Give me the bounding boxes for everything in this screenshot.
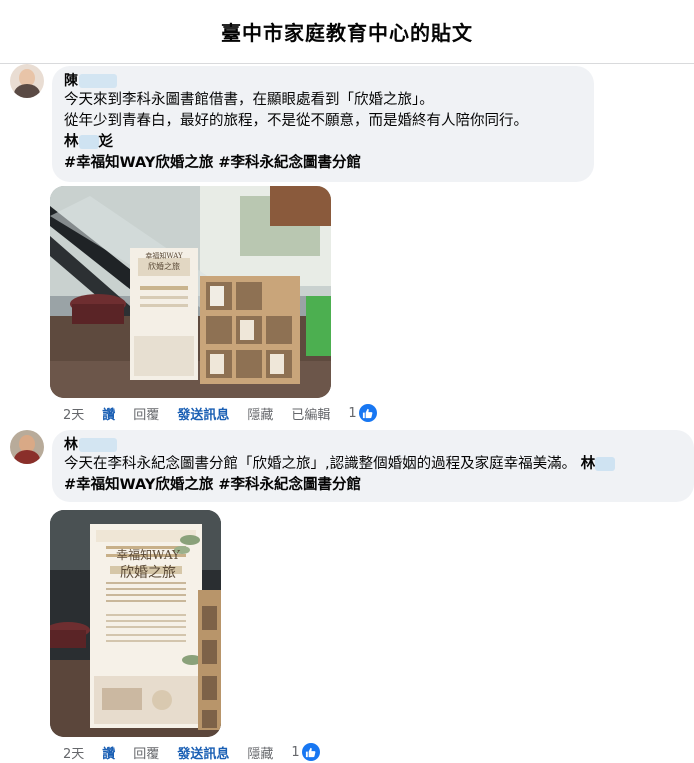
comment-text: 今天在李科永紀念圖書分館「欣婚之旅」,認識整個婚姻的過程及家庭幸福美滿。 林	[64, 454, 682, 475]
comment-actions: 2天 讚 回覆 發送訊息 隱藏 已編輯 1	[63, 402, 413, 424]
comment-text: 今天來到李科永圖書館借書，在顯眼處看到「欣婚之旅」。	[64, 92, 434, 108]
comment-text: 從年少到青春白，最好的旅程，不是從不願意，而是婚終有人陪你同行。	[64, 113, 528, 129]
reply-button[interactable]: 回覆	[133, 404, 159, 423]
like-button[interactable]: 讚	[102, 404, 115, 423]
comment-hashtags[interactable]: #幸福知WAY欣婚之旅 #李科永紀念圖書分館	[64, 475, 682, 496]
poster-heading: 幸福知WAY	[145, 252, 183, 260]
comment-signature[interactable]: 林彣	[64, 132, 582, 153]
comment-photo[interactable]: 幸福知WAY 欣婚之旅	[50, 510, 221, 737]
redacted-name	[79, 74, 117, 88]
redacted-name	[79, 438, 117, 452]
hide-button[interactable]: 隱藏	[247, 743, 273, 762]
display-shelf-photo-icon	[50, 186, 331, 398]
redacted-name	[595, 457, 616, 471]
reaction-summary[interactable]: 1	[348, 404, 394, 422]
reaction-summary[interactable]: 1	[291, 743, 337, 761]
page-header: 臺中市家庭教育中心的貼文	[0, 0, 694, 64]
comment-author[interactable]: 林	[64, 436, 682, 454]
hide-button[interactable]: 隱藏	[247, 404, 273, 423]
poster-title: 欣婚之旅	[120, 565, 176, 581]
send-message-button[interactable]: 發送訊息	[177, 743, 229, 762]
avatar[interactable]	[10, 64, 44, 98]
thumbs-up-icon	[358, 404, 377, 422]
like-button[interactable]: 讚	[102, 743, 115, 762]
redacted-name	[78, 135, 99, 149]
poster-title: 欣婚之旅	[148, 262, 180, 271]
poster-heading: 幸福知WAY	[116, 548, 180, 562]
reply-button[interactable]: 回覆	[133, 743, 159, 762]
page-title: 臺中市家庭教育中心的貼文	[221, 21, 473, 45]
reaction-count: 1	[348, 405, 357, 421]
avatar[interactable]	[10, 430, 44, 464]
comment-time[interactable]: 2天	[63, 404, 84, 423]
comment-signature[interactable]: 林	[581, 456, 616, 472]
send-message-button[interactable]: 發送訊息	[177, 404, 229, 423]
comment-bubble: 陳 今天來到李科永圖書館借書，在顯眼處看到「欣婚之旅」。 從年少到青春白，最好的…	[52, 66, 594, 182]
reaction-count: 1	[291, 744, 300, 760]
comment-author[interactable]: 陳	[64, 72, 582, 90]
edited-label[interactable]: 已編輯	[291, 404, 330, 423]
thumbs-up-icon	[301, 743, 320, 761]
poster-banner-photo-icon	[50, 510, 221, 737]
comment-time[interactable]: 2天	[63, 743, 84, 762]
comment-actions: 2天 讚 回覆 發送訊息 隱藏 1	[63, 741, 356, 763]
comment-photo[interactable]	[50, 186, 331, 398]
comment-hashtags[interactable]: #幸福知WAY欣婚之旅 #李科永紀念圖書分館	[64, 153, 582, 174]
comment-bubble: 林 今天在李科永紀念圖書分館「欣婚之旅」,認識整個婚姻的過程及家庭幸福美滿。 林…	[52, 430, 694, 502]
